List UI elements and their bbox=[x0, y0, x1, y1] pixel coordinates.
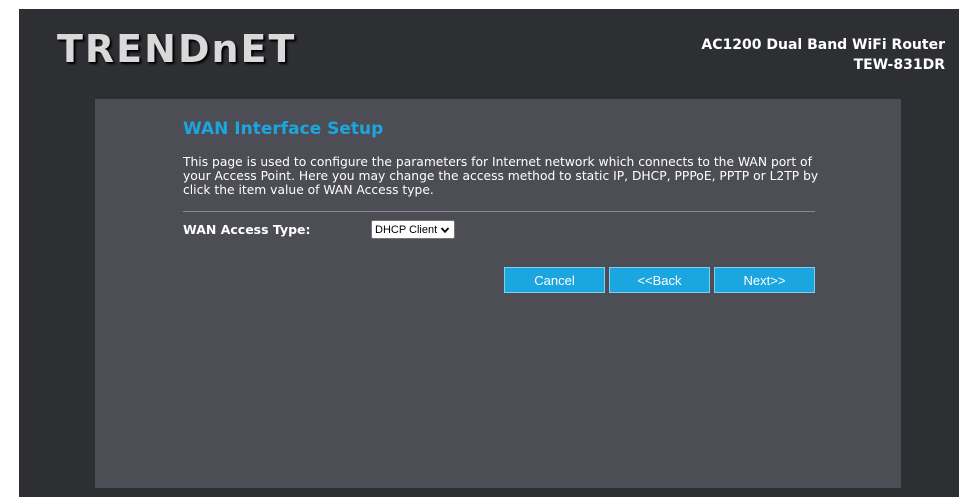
content-panel: WAN Interface Setup This page is used to… bbox=[95, 99, 901, 488]
wan-access-type-label: WAN Access Type: bbox=[183, 222, 311, 237]
next-button[interactable]: Next>> bbox=[714, 267, 815, 293]
cancel-button[interactable]: Cancel bbox=[504, 267, 605, 293]
model-number: TEW-831DR bbox=[853, 57, 945, 73]
product-info: AC1200 Dual Band WiFi Router TEW-831DR bbox=[701, 35, 945, 75]
chevron-down-icon bbox=[440, 226, 450, 233]
trendnet-logo: TRENDnET bbox=[57, 27, 297, 71]
router-admin-frame: TRENDnET AC1200 Dual Band WiFi Router TE… bbox=[19, 9, 959, 497]
page-title: WAN Interface Setup bbox=[183, 119, 384, 139]
divider bbox=[183, 211, 815, 212]
product-line: AC1200 Dual Band WiFi Router bbox=[701, 37, 945, 53]
page-description: This page is used to configure the param… bbox=[183, 155, 819, 197]
wan-access-type-select[interactable]: DHCP Client bbox=[371, 220, 456, 239]
wan-access-type-value: DHCP Client bbox=[375, 223, 438, 236]
back-button[interactable]: <<Back bbox=[609, 267, 710, 293]
